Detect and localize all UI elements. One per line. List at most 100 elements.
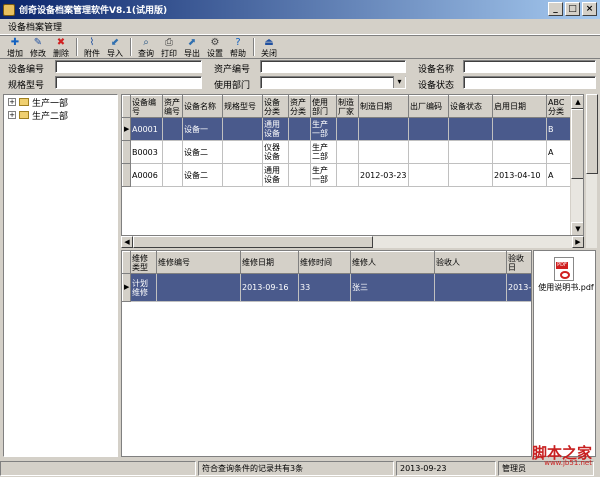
devices-cell[interactable]: 生产二部 — [310, 140, 337, 164]
status-input[interactable] — [463, 76, 596, 89]
scroll-thumb[interactable] — [571, 109, 583, 179]
devices-cell[interactable] — [358, 140, 409, 164]
devices-cell[interactable]: A — [546, 163, 571, 187]
maximize-button[interactable]: □ — [565, 2, 580, 16]
devices-cell[interactable] — [358, 117, 409, 141]
toolbar-button-import[interactable]: ⬋ 导入 — [104, 36, 126, 59]
devices-cell[interactable]: 仪器设备 — [262, 140, 289, 164]
devices-table-row[interactable]: A0006 设备二 通用设备 生产一部 2012-03-23 2013-04-10 A — [122, 163, 583, 187]
devices-column-header[interactable]: ABC分类 — [546, 95, 571, 118]
toolbar-button-export[interactable]: ⬈ 导出 — [181, 36, 203, 59]
repairs-column-header[interactable]: 维修人 — [350, 251, 435, 274]
devices-table-row[interactable]: B0003 设备二 仪器设备 生产二部 A — [122, 140, 583, 164]
device-name-input[interactable] — [463, 60, 596, 73]
devices-cell[interactable] — [492, 140, 547, 164]
devices-column-header[interactable]: 使用部门 — [310, 95, 337, 118]
devices-cell[interactable]: A0006 — [130, 163, 163, 187]
devices-cell[interactable]: 设备二 — [182, 163, 223, 187]
toolbar-button-print[interactable]: ⎙ 打印 — [158, 36, 180, 59]
devices-cell[interactable] — [336, 163, 359, 187]
scroll-thumb[interactable] — [133, 236, 373, 248]
row-indicator[interactable]: ▶ — [122, 117, 131, 141]
devices-cell[interactable]: 2013-04-10 — [492, 163, 547, 187]
devices-cell[interactable]: 生产一部 — [310, 163, 337, 187]
repairs-cell[interactable]: 33 — [298, 273, 351, 302]
close-button[interactable]: × — [582, 2, 597, 16]
minimize-button[interactable]: _ — [548, 2, 563, 16]
devices-cell[interactable] — [288, 140, 311, 164]
devices-cell[interactable]: 2012-03-23 — [358, 163, 409, 187]
devices-column-header[interactable]: 资产编号 — [162, 95, 183, 118]
repairs-table-row[interactable]: ▶ 计划维修 2013-09-16 33 张三 2013- — [122, 273, 531, 302]
repairs-cell[interactable]: 2013-09-16 — [240, 273, 299, 302]
devices-cell[interactable]: B0003 — [130, 140, 163, 164]
devices-cell[interactable]: A0001 — [130, 117, 163, 141]
devices-cell[interactable] — [408, 140, 449, 164]
devices-cell[interactable] — [162, 140, 183, 164]
devices-cell[interactable] — [336, 140, 359, 164]
devices-cell[interactable]: 设备一 — [182, 117, 223, 141]
menu-item-device-archive[interactable]: 设备档案管理 — [8, 20, 62, 33]
scroll-thumb[interactable] — [586, 94, 598, 174]
devices-column-header[interactable]: 启用日期 — [492, 95, 547, 118]
repairs-cell[interactable] — [434, 273, 507, 302]
devices-column-header[interactable]: 制造厂家 — [336, 95, 359, 118]
devices-cell[interactable] — [222, 117, 263, 141]
asset-no-input[interactable] — [260, 60, 406, 73]
devices-column-header[interactable]: 设备分类 — [262, 95, 289, 118]
devices-cell[interactable] — [162, 163, 183, 187]
toolbar-button-delete[interactable]: ✖ 删除 — [50, 36, 72, 59]
scroll-right-icon[interactable]: ▶ — [572, 236, 584, 248]
expand-icon[interactable]: + — [8, 111, 16, 119]
devices-column-header[interactable]: 规格型号 — [222, 95, 263, 118]
tree-node-dept-1[interactable]: + 生产一部 — [8, 96, 117, 109]
devices-column-header[interactable]: 设备状态 — [448, 95, 493, 118]
devices-column-header[interactable]: 资产分类 — [288, 95, 311, 118]
pdf-file-icon[interactable]: PDF — [554, 257, 574, 281]
repairs-cell[interactable]: 计划维修 — [130, 273, 157, 302]
devices-cell[interactable]: B — [546, 117, 571, 141]
devices-cell[interactable]: 通用设备 — [262, 117, 289, 141]
devices-cell[interactable] — [222, 163, 263, 187]
devices-cell[interactable]: A — [546, 140, 571, 164]
devices-cell[interactable] — [448, 140, 493, 164]
scroll-down-icon[interactable]: ▼ — [571, 222, 583, 235]
devices-cell[interactable] — [448, 163, 493, 187]
toolbar-button-edit[interactable]: ✎ 修改 — [27, 36, 49, 59]
devices-cell[interactable] — [448, 117, 493, 141]
devices-cell[interactable] — [408, 163, 449, 187]
device-no-input[interactable] — [55, 60, 202, 73]
repairs-column-header[interactable]: 验收人 — [434, 251, 507, 274]
repairs-column-header[interactable]: 维修类型 — [130, 251, 157, 274]
repairs-cell[interactable]: 张三 — [350, 273, 435, 302]
repairs-column-header[interactable]: 维修编号 — [156, 251, 241, 274]
devices-cell[interactable] — [222, 140, 263, 164]
repairs-column-header[interactable]: 维修日期 — [240, 251, 299, 274]
devices-cell[interactable] — [408, 117, 449, 141]
device-grid-hscroll[interactable]: ◀ ▶ — [121, 236, 584, 248]
devices-table-row[interactable]: ▶ A0001 设备一 通用设备 生产一部 B — [122, 117, 583, 141]
row-indicator[interactable] — [122, 140, 131, 164]
repairs-column-header[interactable]: 验收日 — [506, 251, 531, 274]
devices-column-header[interactable]: 设备名称 — [182, 95, 223, 118]
devices-column-header[interactable]: 出厂编码 — [408, 95, 449, 118]
toolbar-button-settings[interactable]: ⚙ 设置 — [204, 36, 226, 59]
expand-icon[interactable]: + — [8, 98, 16, 106]
devices-cell[interactable]: 通用设备 — [262, 163, 289, 187]
attachment-filename[interactable]: 使用说明书.pdf — [538, 283, 594, 293]
toolbar-button-help[interactable]: ? 帮助 — [227, 36, 249, 59]
devices-cell[interactable] — [288, 163, 311, 187]
devices-cell[interactable] — [162, 117, 183, 141]
spec-model-input[interactable] — [55, 76, 202, 89]
scroll-up-icon[interactable]: ▲ — [571, 95, 583, 109]
devices-column-header[interactable]: 制造日期 — [358, 95, 409, 118]
toolbar-button-search[interactable]: ⌕ 查询 — [135, 36, 157, 59]
devices-cell[interactable] — [336, 117, 359, 141]
repairs-cell[interactable] — [156, 273, 241, 302]
devices-cell[interactable]: 生产一部 — [310, 117, 337, 141]
devices-column-header[interactable]: 设备编号 — [130, 95, 163, 118]
devices-cell[interactable] — [288, 117, 311, 141]
scroll-left-icon[interactable]: ◀ — [121, 236, 133, 248]
tree-node-dept-2[interactable]: + 生产二部 — [8, 109, 117, 122]
toolbar-button-exit[interactable]: ⏏ 关闭 — [258, 36, 280, 59]
